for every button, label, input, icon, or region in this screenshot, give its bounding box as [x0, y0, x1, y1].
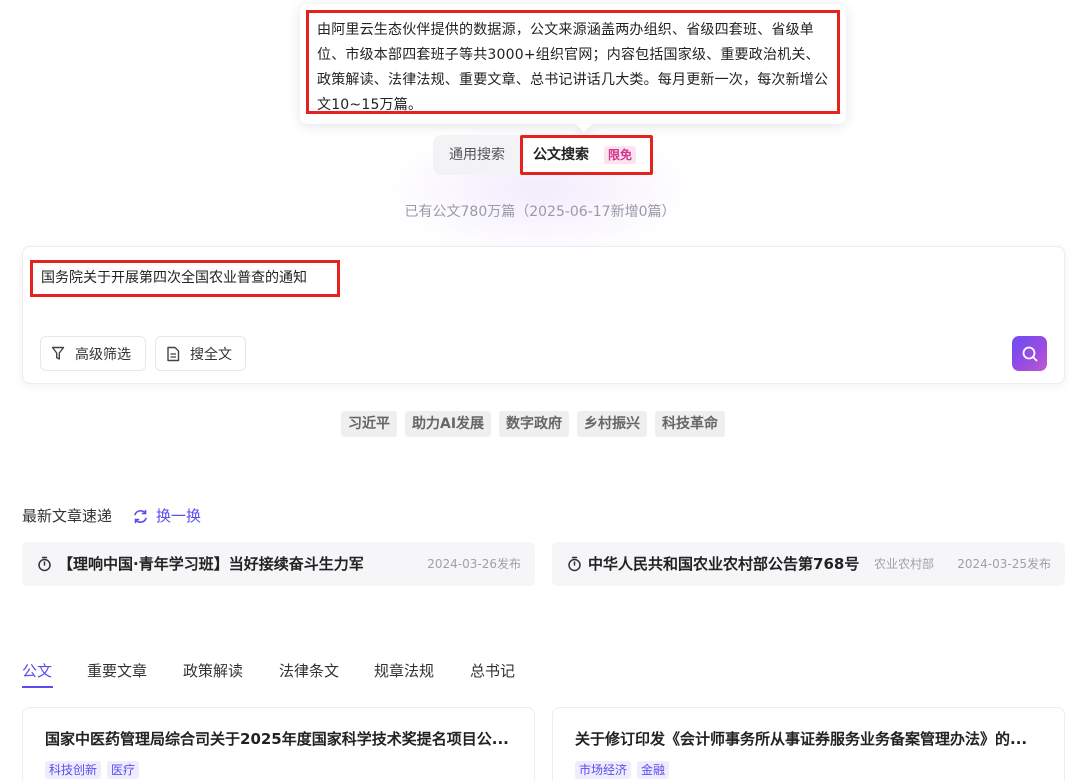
- hot-topic-tag[interactable]: 习近平: [341, 411, 397, 437]
- doc-tag[interactable]: 科技创新: [45, 761, 102, 779]
- category-tab[interactable]: 总书记: [470, 660, 515, 682]
- latest-article-source: 农业农村部: [874, 557, 935, 571]
- advanced-filter-label: 高级筛选: [75, 346, 131, 363]
- latest-article-title[interactable]: 中华人民共和国农业农村部公告第768号: [588, 553, 859, 575]
- latest-article-date: 2024-03-25发布: [957, 557, 1051, 571]
- doc-tag[interactable]: 市场经济: [575, 761, 632, 779]
- free-badge: 限免: [604, 146, 637, 164]
- timer-icon: [38, 556, 51, 572]
- category-tab[interactable]: 法律条文: [279, 660, 339, 682]
- latest-article-card[interactable]: 中华人民共和国农业农村部公告第768号 农业农村部 2024-03-25发布: [552, 542, 1065, 586]
- latest-article-card[interactable]: 【理响中国·青年学习班】当好接续奋斗生力军 2024-03-26发布: [22, 542, 535, 586]
- active-tab-indicator: [22, 686, 53, 688]
- latest-articles-heading: 最新文章速递: [22, 507, 113, 525]
- search-icon: [1022, 346, 1037, 361]
- hot-topic-tag[interactable]: 科技革命: [655, 411, 726, 437]
- doc-title[interactable]: 关于修订印发《会计师事务所从事证券服务业务备案管理办法》的...: [575, 728, 1045, 750]
- advanced-filter-button[interactable]: 高级筛选: [40, 336, 146, 371]
- doc-card[interactable]: 关于修订印发《会计师事务所从事证券服务业务备案管理办法》的... 市场经济 金融: [552, 707, 1065, 780]
- document-icon: [167, 346, 180, 361]
- search-submit-button[interactable]: [1012, 336, 1047, 371]
- page: 由阿里云生态伙伴提供的数据源，公文来源涵盖两办组织、省级四套班、省级单位、市级本…: [0, 0, 1080, 780]
- tooltip-text: 由阿里云生态伙伴提供的数据源，公文来源涵盖两办组织、省级四套班、省级单位、市级本…: [306, 10, 840, 114]
- hot-topic-tag[interactable]: 助力AI发展: [405, 411, 492, 437]
- doc-tags: 科技创新 医疗: [45, 761, 140, 779]
- refresh-button[interactable]: 换一换: [132, 506, 201, 526]
- search-input[interactable]: 国务院关于开展第四次全国农业普查的通知: [30, 260, 340, 297]
- doc-card[interactable]: 国家中医药管理局综合司关于2025年度国家科学技术奖提名项目公... 科技创新 …: [22, 707, 535, 780]
- timer-icon: [568, 556, 581, 572]
- latest-article-title[interactable]: 【理响中国·青年学习班】当好接续奋斗生力军: [58, 553, 364, 575]
- doc-title[interactable]: 国家中医药管理局综合司关于2025年度国家科学技术奖提名项目公...: [45, 728, 515, 750]
- hot-topic-tag[interactable]: 数字政府: [499, 411, 570, 437]
- hot-topic-tag[interactable]: 乡村振兴: [577, 411, 648, 437]
- refresh-label: 换一换: [156, 507, 202, 525]
- doc-count-stats: 已有公文780万篇（2025-06-17新增0篇）: [404, 204, 676, 220]
- category-tab[interactable]: 政策解读: [183, 660, 243, 682]
- tab-general-search[interactable]: 通用搜索: [449, 144, 505, 166]
- fulltext-search-button[interactable]: 搜全文: [155, 336, 246, 371]
- filter-icon: [51, 346, 65, 360]
- fulltext-search-label: 搜全文: [190, 346, 232, 363]
- hot-topics: 习近平 助力AI发展 数字政府 乡村振兴 科技革命: [341, 411, 726, 437]
- category-tab[interactable]: 公文: [22, 660, 52, 682]
- doc-tag[interactable]: 金融: [637, 761, 670, 779]
- tab-doc-search-label[interactable]: 公文搜索: [533, 144, 589, 166]
- category-tab[interactable]: 规章法规: [374, 660, 434, 682]
- refresh-icon: [134, 509, 147, 523]
- doc-tag[interactable]: 医疗: [107, 761, 140, 779]
- doc-tags: 市场经济 金融: [575, 761, 670, 779]
- latest-article-date: 2024-03-26发布: [427, 557, 521, 571]
- category-tab[interactable]: 重要文章: [87, 660, 147, 682]
